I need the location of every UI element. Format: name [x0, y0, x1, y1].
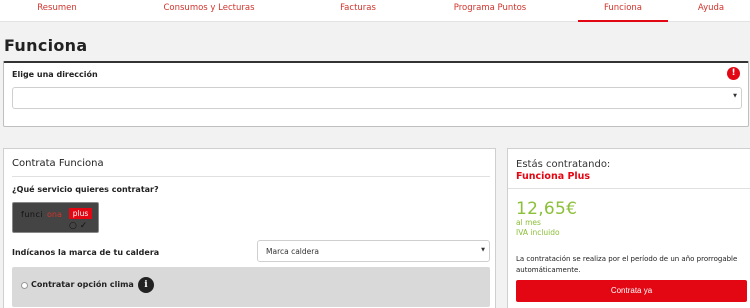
- address-panel: Elige una dirección ! ▼: [3, 61, 749, 127]
- price-period: al mes: [516, 218, 541, 227]
- service-question: ¿Qué servicio quieres contratar?: [12, 185, 159, 194]
- logo-text-accent: ona: [47, 210, 62, 219]
- tab-funciona[interactable]: Funciona: [604, 3, 642, 13]
- check-icon: ○ ✓: [69, 221, 88, 231]
- top-navigation: Resumen Consumos y Lecturas Facturas Pro…: [0, 0, 750, 22]
- boiler-brand-select[interactable]: Marca caldera ▼: [257, 240, 490, 262]
- tab-facturas[interactable]: Facturas: [340, 3, 376, 13]
- boiler-brand-label: Indícanos la marca de tu caldera: [12, 248, 160, 257]
- summary-panel: Estás contratando: Funciona Plus 12,65€ …: [507, 148, 750, 308]
- chevron-down-icon: ▼: [481, 247, 485, 253]
- divider: [12, 176, 490, 177]
- page-title: Funciona: [4, 36, 88, 55]
- divider: [508, 188, 750, 189]
- logo-text-dark: funci: [21, 210, 44, 219]
- clima-option-row: Contratar opción clima i: [12, 267, 490, 307]
- tax-note: IVA incluido: [516, 228, 560, 237]
- tab-consumos-lecturas[interactable]: Consumos y Lecturas: [163, 3, 254, 13]
- plus-badge: plus: [69, 208, 92, 219]
- contract-title: Contrata Funciona: [12, 158, 104, 169]
- active-tab-indicator: [578, 20, 668, 22]
- summary-label: Estás contratando:: [516, 159, 611, 170]
- price: 12,65€: [516, 199, 578, 219]
- contract-panel: Contrata Funciona ¿Qué servicio quieres …: [3, 148, 496, 308]
- address-select[interactable]: ▼: [12, 87, 742, 109]
- product-name: Funciona Plus: [516, 171, 591, 182]
- clima-radio[interactable]: [21, 282, 28, 289]
- clima-option-label[interactable]: Contratar opción clima: [31, 280, 134, 289]
- tab-ayuda[interactable]: Ayuda: [698, 3, 724, 13]
- tab-programa-puntos[interactable]: Programa Puntos: [454, 3, 527, 13]
- service-card-funciona-plus[interactable]: funci ona plus ○ ✓: [12, 202, 99, 233]
- contract-now-button[interactable]: Contrata ya: [516, 280, 747, 302]
- contract-terms: La contratación se realiza por el períod…: [516, 255, 738, 274]
- tab-resumen[interactable]: Resumen: [37, 3, 76, 13]
- chevron-down-icon: ▼: [733, 93, 737, 99]
- info-icon[interactable]: i: [138, 277, 154, 293]
- exclamation-icon: !: [727, 67, 740, 80]
- address-label: Elige una dirección: [12, 70, 98, 79]
- boiler-brand-placeholder: Marca caldera: [266, 247, 319, 256]
